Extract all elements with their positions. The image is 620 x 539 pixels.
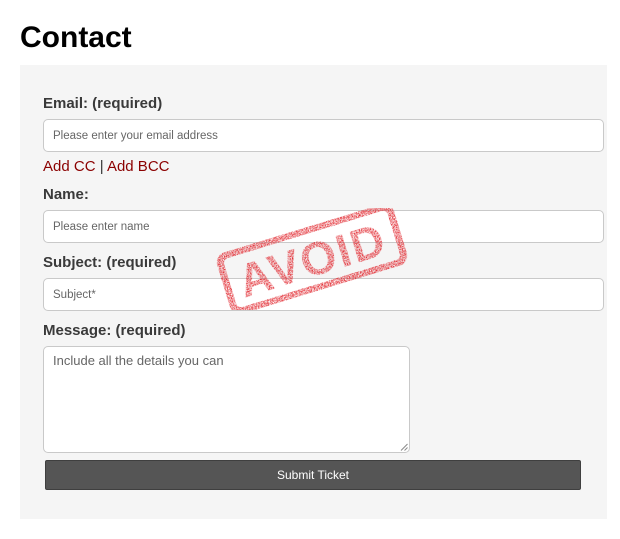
- contact-page: Contact Email: (required) Add CC | Add B…: [0, 0, 620, 539]
- contact-form: Email: (required) Add CC | Add BCC Name:…: [20, 65, 607, 519]
- email-field[interactable]: [43, 119, 604, 152]
- cc-separator: |: [99, 158, 104, 175]
- add-cc-link[interactable]: Add CC: [43, 158, 96, 175]
- name-field[interactable]: [43, 210, 604, 243]
- subject-label: Subject: (required): [43, 254, 177, 271]
- resize-grip-icon[interactable]: [400, 443, 408, 451]
- subject-field[interactable]: [43, 278, 604, 311]
- add-bcc-link[interactable]: Add BCC: [107, 158, 170, 175]
- name-label: Name:: [43, 186, 89, 203]
- message-label: Message: (required): [43, 322, 186, 339]
- email-label: Email: (required): [43, 95, 163, 112]
- cc-links: Add CC | Add BCC: [43, 158, 169, 176]
- page-title: Contact: [20, 21, 132, 54]
- message-textarea[interactable]: [43, 346, 410, 453]
- submit-ticket-button[interactable]: Submit Ticket: [45, 460, 581, 490]
